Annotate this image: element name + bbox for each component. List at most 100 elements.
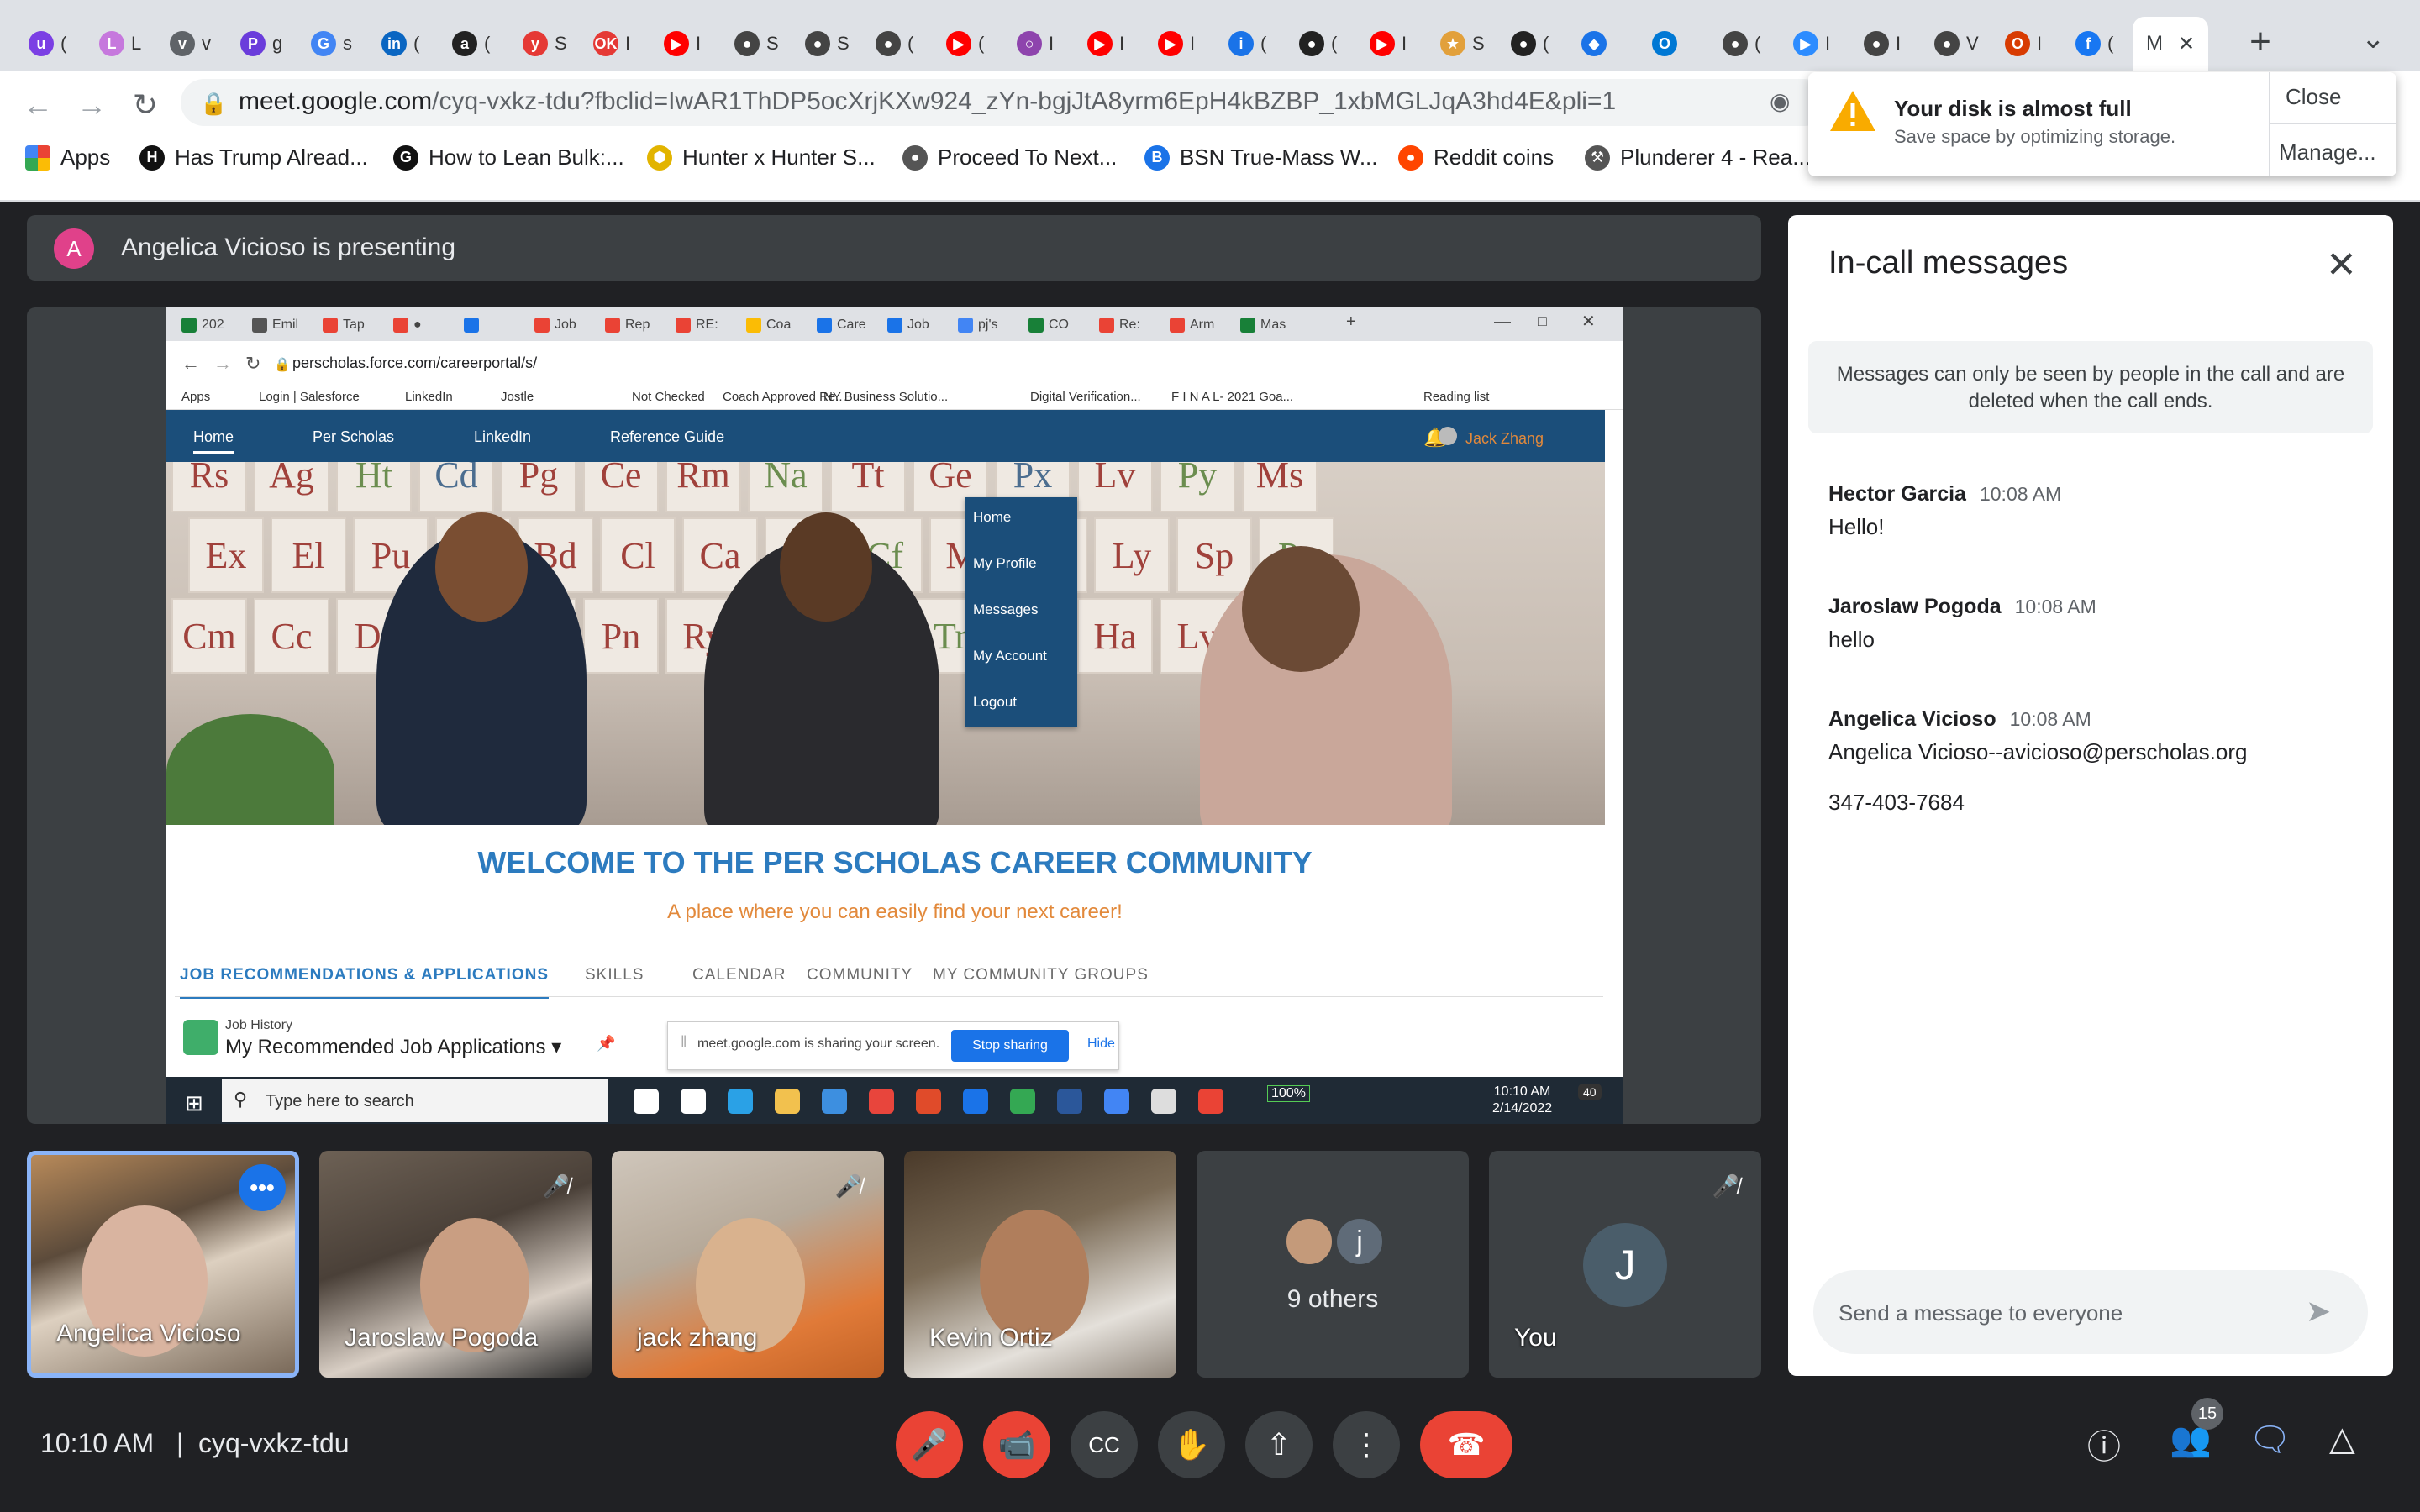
presenting-label: Angelica Vicioso is presenting — [121, 234, 456, 261]
dropdown-item: My Account — [973, 648, 1047, 664]
info-icon[interactable]: ⓘ — [2087, 1420, 2121, 1468]
forward-arrow-icon[interactable]: → — [71, 84, 113, 126]
periodic-tile: Ha — [1077, 598, 1153, 674]
activities-icon[interactable]: △ — [2329, 1420, 2355, 1458]
end-call-icon[interactable]: ☎ — [1420, 1411, 1512, 1478]
person-right-head — [1242, 546, 1360, 672]
participant-tile[interactable]: Kevin Ortiz — [904, 1151, 1176, 1378]
tab-favicon-icon: v — [170, 31, 195, 56]
browser-tab[interactable]: ● V — [1921, 17, 1991, 71]
shared-browser-tab: pj's — [958, 314, 998, 336]
send-icon[interactable]: ➤ — [2306, 1294, 2331, 1329]
browser-tab[interactable]: ● S — [792, 17, 862, 71]
browser-tab[interactable]: i( — [1215, 17, 1286, 71]
browser-tab[interactable]: ●( — [1497, 17, 1568, 71]
tab-close-icon[interactable]: ✕ — [2178, 32, 2195, 56]
browser-tab[interactable]: in ( — [368, 17, 439, 71]
camera-in-use-icon[interactable]: ◉ — [1770, 87, 1790, 115]
more-options-icon[interactable]: ••• — [239, 1164, 286, 1211]
browser-tab[interactable]: ●( — [862, 17, 933, 71]
shared-tab-title: Rep — [625, 318, 650, 332]
browser-tab[interactable]: ▶ I — [1780, 17, 1850, 71]
browser-tab[interactable]: LL — [86, 17, 156, 71]
reload-icon[interactable]: ↻ — [124, 84, 166, 126]
close-icon[interactable]: ✕ — [2326, 244, 2357, 286]
browser-tab[interactable]: vv — [156, 17, 227, 71]
bookmark-item[interactable]: H Has Trump Alread... — [139, 144, 368, 171]
shared-tab-favicon-icon — [605, 318, 620, 333]
dropdown-item: Messages — [973, 601, 1039, 617]
browser-tab[interactable]: u( — [15, 17, 86, 71]
windows-start-icon: ⊞ — [185, 1090, 203, 1116]
url-text[interactable]: meet.google.com/cyq-vxkz-tdu?fbclid=IwAR… — [239, 87, 1616, 116]
back-arrow-icon[interactable]: ← — [17, 84, 59, 126]
browser-tab[interactable]: ● I — [1850, 17, 1921, 71]
periodic-tile: Ht — [336, 462, 412, 512]
more-options-icon[interactable]: ⋮ — [1333, 1411, 1400, 1478]
browser-tab-active[interactable]: M ✕ — [2133, 17, 2208, 71]
participant-name: Jaroslaw Pogoda — [345, 1324, 539, 1352]
participant-tile[interactable]: 🎤̸ Jaroslaw Pogoda — [319, 1151, 592, 1378]
chat-input-placeholder[interactable]: Send a message to everyone — [1839, 1300, 2123, 1326]
bookmark-item[interactable]: ⚒ Plunderer 4 - Rea... — [1585, 144, 1811, 171]
tab-favicon-icon: u — [29, 31, 54, 56]
browser-tab[interactable]: OI — [1991, 17, 2062, 71]
browser-tab[interactable]: ◆ — [1568, 17, 1639, 71]
window-close-icon: ✕ — [1581, 312, 1596, 331]
browser-tab[interactable]: ▶ I — [1074, 17, 1144, 71]
disk-manage-button[interactable]: Manage... — [2279, 139, 2376, 165]
browser-tab[interactable]: Pg — [227, 17, 297, 71]
browser-tab[interactable]: Gs — [297, 17, 368, 71]
disk-close-button[interactable]: Close — [2286, 84, 2341, 110]
mic-off-icon: 🎤̸ — [542, 1173, 571, 1199]
shared-browser-tab: Mas — [1240, 314, 1286, 336]
browser-tab[interactable]: ●( — [1709, 17, 1780, 71]
browser-tab[interactable]: a( — [439, 17, 509, 71]
periodic-tile: Py — [1160, 462, 1235, 512]
bookmark-item[interactable]: ⬢ Hunter x Hunter S... — [647, 144, 876, 171]
browser-tab[interactable]: ▶( — [933, 17, 1003, 71]
raise-hand-icon[interactable]: ✋ — [1158, 1411, 1225, 1478]
tab-favicon-icon: ● — [805, 31, 830, 56]
periodic-tile: Cd — [418, 462, 494, 512]
browser-tab[interactable]: OK I — [580, 17, 650, 71]
present-screen-icon[interactable]: ⇧ — [1245, 1411, 1313, 1478]
browser-tab[interactable]: ▶ I — [1144, 17, 1215, 71]
tab-favicon-icon: O — [2005, 31, 2030, 56]
bookmark-label: Has Trump Alread... — [175, 144, 368, 170]
others-tile[interactable] — [1197, 1151, 1469, 1378]
bookmark-item[interactable]: ● Reddit coins — [1398, 144, 1554, 171]
browser-tab[interactable]: ★ S — [1427, 17, 1497, 71]
tab-favicon-icon: ● — [734, 31, 760, 56]
bookmark-item[interactable]: ● Proceed To Next... — [902, 144, 1117, 171]
browser-tab[interactable]: ▶ I — [650, 17, 721, 71]
tab-favicon-icon: ● — [876, 31, 901, 56]
chat-icon[interactable]: 🗨 — [2249, 1420, 2291, 1459]
portal-content-tab: MY COMMUNITY GROUPS — [933, 966, 1149, 984]
lock-icon[interactable]: 🔒 — [200, 91, 227, 117]
browser-tab[interactable]: ○ I — [1003, 17, 1074, 71]
periodic-tile: Ce — [583, 462, 659, 512]
captions-icon[interactable]: CC — [1071, 1411, 1138, 1478]
bookmark-item[interactable]: B BSN True-Mass W... — [1144, 144, 1378, 171]
bookmark-item[interactable]: G How to Lean Bulk:... — [393, 144, 624, 171]
portal-welcome-subtitle: A place where you can easily find your n… — [667, 900, 1123, 923]
bookmark-favicon-icon: B — [1144, 144, 1170, 171]
browser-tab[interactable]: yS — [509, 17, 580, 71]
new-tab-button[interactable]: + — [2235, 17, 2286, 67]
office-icon — [916, 1089, 941, 1114]
tab-favicon-icon: ● — [1723, 31, 1748, 56]
chat-title: In-call messages — [1828, 245, 2069, 281]
browser-tab[interactable]: ▶ I — [1356, 17, 1427, 71]
participant-tile[interactable]: 🎤̸ jack zhang — [612, 1151, 884, 1378]
browser-tab[interactable]: ●( — [1286, 17, 1356, 71]
sender-name: Hector Garcia — [1828, 482, 1966, 506]
bookmark-item[interactable]: Apps — [25, 144, 110, 171]
bookmark-favicon-icon: ● — [902, 144, 928, 171]
mic-off-icon[interactable]: 🎤 — [896, 1411, 963, 1478]
camera-off-icon[interactable]: 📹 — [983, 1411, 1050, 1478]
browser-tab[interactable]: ● S — [721, 17, 792, 71]
browser-tab[interactable]: O — [1639, 17, 1709, 71]
tab-search-icon[interactable]: ⌄ — [2361, 22, 2386, 55]
browser-tab[interactable]: f( — [2062, 17, 2133, 71]
